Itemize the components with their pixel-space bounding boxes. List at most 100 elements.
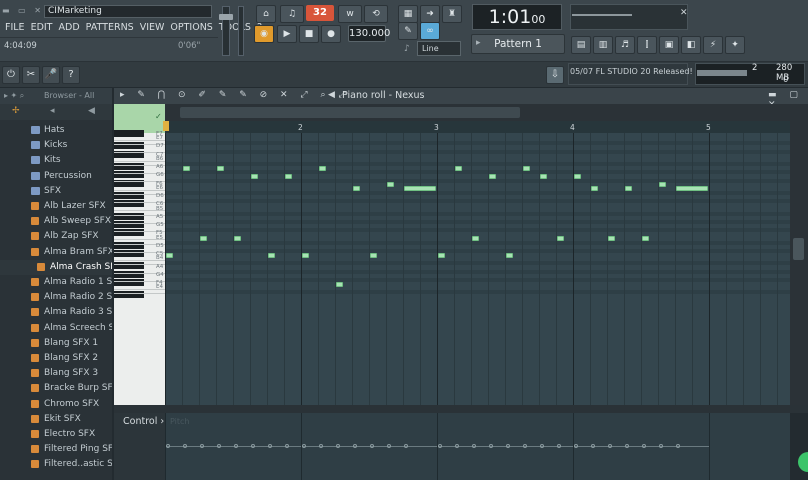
menu-item-file[interactable]: FILE: [2, 21, 28, 34]
pitch-handle[interactable]: [608, 444, 612, 448]
note[interactable]: [387, 182, 394, 188]
blend-notes-icon[interactable]: ♜: [442, 5, 462, 23]
browser-item[interactable]: Blang SFX 2: [0, 351, 112, 366]
menu-item-view[interactable]: VIEW: [137, 21, 168, 34]
browser-item[interactable]: Alb Zap SFX: [0, 229, 112, 244]
pitch-handle[interactable]: [659, 444, 663, 448]
note[interactable]: [455, 165, 462, 171]
note[interactable]: [370, 252, 377, 258]
browser-item[interactable]: SFX: [0, 184, 112, 199]
browser-item[interactable]: Blang SFX 1: [0, 336, 112, 351]
pitch-handle[interactable]: [387, 444, 391, 448]
piano-roll-icon[interactable]: ♬: [615, 36, 635, 54]
note[interactable]: [251, 173, 258, 179]
note[interactable]: [234, 236, 241, 242]
piano-roll-tools-icons[interactable]: ▸ ✎ ⋂ ⊙ ✐ ✎ ✎ ⊘ ✕ ⤢ ⌕ ⤢: [120, 90, 351, 100]
browser-item[interactable]: Kicks: [0, 138, 112, 153]
pitch-handle[interactable]: [217, 444, 221, 448]
note[interactable]: [472, 236, 479, 242]
note[interactable]: [268, 252, 275, 258]
pitch-handle[interactable]: [472, 444, 476, 448]
step-edit-icon[interactable]: w: [338, 5, 362, 23]
pitch-handle[interactable]: [319, 444, 323, 448]
browser-item[interactable]: Alma Radio 3 SFX: [0, 305, 112, 320]
snap-magnet-icon[interactable]: ∞: [420, 22, 440, 40]
close-icon[interactable]: ✕: [680, 8, 688, 18]
note[interactable]: [489, 173, 496, 179]
pitch-handle[interactable]: [353, 444, 357, 448]
menu-item-add[interactable]: ADD: [56, 21, 83, 34]
browser-item[interactable]: Filtered..astic SFX: [0, 457, 112, 472]
browser-item[interactable]: Electro SFX: [0, 427, 112, 442]
snap-selector[interactable]: Line: [417, 41, 461, 56]
pattern-selector[interactable]: Pattern 1: [471, 34, 565, 54]
status-indicator[interactable]: [798, 452, 808, 472]
black-key[interactable]: [114, 129, 144, 137]
arrow-right-icon[interactable]: ➜: [420, 5, 440, 23]
pitch-handle[interactable]: [455, 444, 459, 448]
playlist-icon[interactable]: ▤: [571, 36, 591, 54]
mixer-icon[interactable]: ⫿: [637, 36, 657, 54]
download-icon[interactable]: ⇩: [546, 66, 564, 84]
vertical-scrollbar[interactable]: [790, 121, 808, 405]
browser-item[interactable]: Alma Screech SFX: [0, 321, 112, 336]
browser-item[interactable]: Alma Radio 1 SFX: [0, 275, 112, 290]
window-system-icons[interactable]: ▬ ▭ ✕: [2, 6, 44, 15]
pitch-handle[interactable]: [506, 444, 510, 448]
plug-icon[interactable]: ⚡: [703, 36, 723, 54]
note[interactable]: [200, 236, 207, 242]
note[interactable]: [523, 165, 530, 171]
browser-item[interactable]: Ekit SFX: [0, 412, 112, 427]
control-selector[interactable]: Control ›: [123, 416, 164, 427]
loop-record-icon[interactable]: ⟲: [364, 5, 388, 23]
browser-item[interactable]: Hats: [0, 123, 112, 138]
pin-icon[interactable]: ✦: [725, 36, 745, 54]
timeline-ruler[interactable]: [165, 121, 790, 133]
news-text[interactable]: 05/07 FL STUDIO 20 Released!: [570, 67, 693, 76]
note[interactable]: [166, 252, 173, 258]
pitch-handle[interactable]: [642, 444, 646, 448]
browser-item[interactable]: Alma Radio 2 SFX: [0, 290, 112, 305]
help-icon[interactable]: ?: [62, 66, 80, 84]
pitch-handle[interactable]: [268, 444, 272, 448]
record-button[interactable]: ●: [321, 25, 341, 43]
note[interactable]: [183, 165, 190, 171]
playhead-marker[interactable]: [163, 121, 169, 131]
browser-item[interactable]: Alb Sweep SFX: [0, 214, 112, 229]
speaker-icon[interactable]: ◀: [328, 90, 335, 100]
channel-rack-icon[interactable]: ▥: [593, 36, 613, 54]
note[interactable]: [302, 252, 309, 258]
pitch-handle[interactable]: [591, 444, 595, 448]
mic-icon[interactable]: 🎤: [42, 66, 60, 84]
menu-item-edit[interactable]: EDIT: [28, 21, 56, 34]
cut-icon[interactable]: ✂: [22, 66, 40, 84]
pitch-handle[interactable]: [370, 444, 374, 448]
note[interactable]: [404, 186, 436, 192]
browser-item[interactable]: Filtered Ping SFX: [0, 442, 112, 457]
master-pitch-slider[interactable]: [238, 6, 244, 56]
note[interactable]: [353, 186, 360, 192]
note[interactable]: [336, 281, 343, 287]
browser-item[interactable]: Alb Lazer SFX: [0, 199, 112, 214]
note[interactable]: [217, 165, 224, 171]
pitch-handle[interactable]: [285, 444, 289, 448]
master-volume-knob[interactable]: [219, 14, 233, 20]
pitch-handle[interactable]: [200, 444, 204, 448]
plugin-icon[interactable]: ◧: [681, 36, 701, 54]
note-grid[interactable]: [165, 133, 790, 405]
pattern-mode-toggle[interactable]: 32: [306, 5, 334, 21]
pitch-handle[interactable]: [625, 444, 629, 448]
note[interactable]: [676, 186, 708, 192]
pitch-handle[interactable]: [251, 444, 255, 448]
menu-item-patterns[interactable]: PATTERNS: [83, 21, 137, 34]
note[interactable]: [608, 236, 615, 242]
typing-keyboard-icon[interactable]: ▦: [398, 5, 418, 23]
metronome-icon[interactable]: ⌂: [256, 5, 276, 23]
pitch-handle[interactable]: [676, 444, 680, 448]
note[interactable]: [642, 236, 649, 242]
note[interactable]: [540, 173, 547, 179]
note[interactable]: [438, 252, 445, 258]
note[interactable]: [591, 186, 598, 192]
note[interactable]: [557, 236, 564, 242]
pattern-arrow-icon[interactable]: ▸: [476, 38, 481, 48]
